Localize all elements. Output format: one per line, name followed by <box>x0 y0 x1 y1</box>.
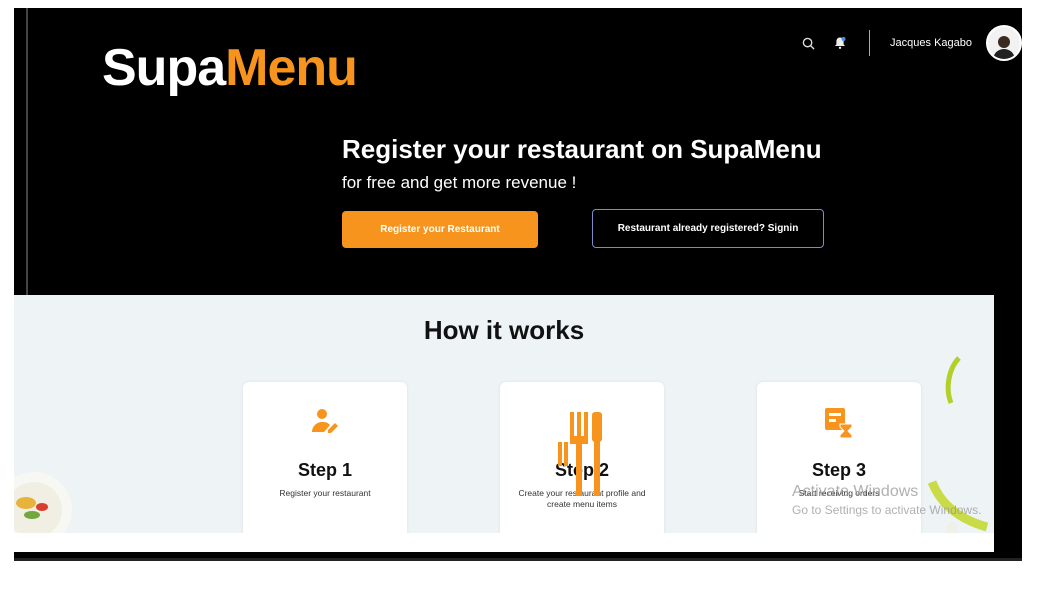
topbar-divider <box>869 30 871 56</box>
register-restaurant-button[interactable]: Register your Restaurant <box>342 211 538 248</box>
step-card-1[interactable]: Step 1 Register your restaurant <box>243 382 407 550</box>
lime-slice-image <box>939 353 979 418</box>
brand-logo-part1: Supa <box>102 39 226 97</box>
fork-knife-icon <box>556 410 608 505</box>
watermark-subtitle: Go to Settings to activate Windows. <box>792 503 982 517</box>
user-edit-icon <box>243 406 407 438</box>
top-bar: Jacques Kagabo <box>799 25 1022 61</box>
brand-logo[interactable]: SupaMenu <box>102 39 358 97</box>
activate-windows-watermark: Activate Windows Go to Settings to activ… <box>792 483 981 517</box>
watermark-title: Activate Windows <box>792 483 919 500</box>
section-title: How it works <box>423 315 585 345</box>
brand-logo-part2: Menu <box>225 39 358 97</box>
section-bottom-strip <box>14 533 994 552</box>
window-edge <box>26 8 28 308</box>
bell-icon[interactable] <box>831 34 849 52</box>
step-card-3[interactable]: Step 3 Start receiving orders <box>757 382 921 550</box>
hero-subtitle: for free and get more revenue ! <box>342 173 577 192</box>
step-description: Register your restaurant <box>279 488 371 498</box>
step-title: Step 1 <box>297 460 353 480</box>
bottom-border <box>14 558 1022 561</box>
calendar-hourglass-icon <box>757 406 921 440</box>
username[interactable]: Jacques Kagabo <box>890 37 972 49</box>
avatar[interactable] <box>986 25 1022 61</box>
search-icon[interactable] <box>799 34 817 52</box>
hero-title: Register your restaurant on SupaMenu <box>342 134 822 164</box>
step-title: Step 3 <box>811 460 867 480</box>
signin-button[interactable]: Restaurant already registered? Signin <box>592 209 824 248</box>
